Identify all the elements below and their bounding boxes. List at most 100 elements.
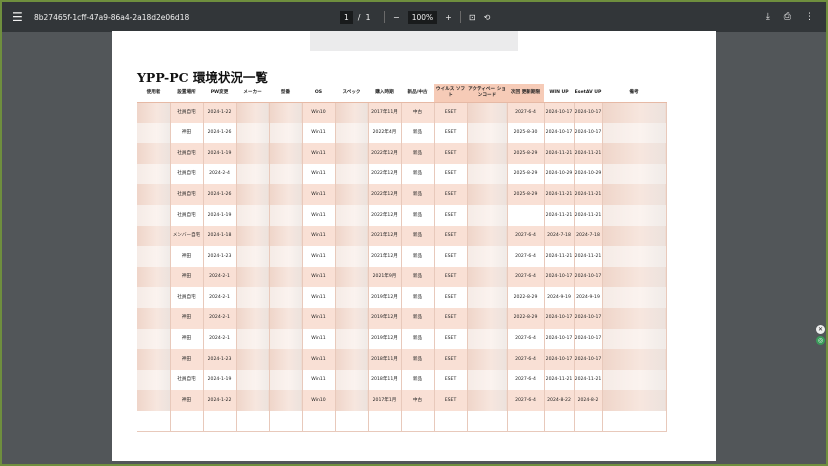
- file-name: 8b27465f-1cff-47a9-86a4-2a18d2e06d18: [34, 2, 189, 32]
- more-options-icon[interactable]: ⋮: [805, 12, 814, 22]
- redacted-cell: [269, 287, 302, 308]
- table-cell: 2024-11-21: [544, 246, 574, 267]
- table-row: 神田2024-2-1Win112019年12月新品ESET2027-6-4202…: [137, 329, 666, 350]
- table-cell: 2024-9-19: [544, 287, 574, 308]
- redacted-cell: [236, 370, 269, 391]
- fit-page-icon[interactable]: ⊡: [469, 13, 476, 22]
- redacted-cell: [137, 267, 170, 288]
- table-cell: 新品: [401, 329, 434, 350]
- redacted-cell: [236, 349, 269, 370]
- table-cell: 2024-2-1: [203, 267, 236, 288]
- page-input[interactable]: 1: [340, 11, 353, 24]
- table-cell: 2024-2-1: [203, 308, 236, 329]
- redacted-cell: [137, 349, 170, 370]
- table-cell: ESET: [434, 164, 467, 185]
- table-cell: 2024-10-17: [574, 349, 602, 370]
- table-cell: 2024-10-17: [574, 329, 602, 350]
- redacted-cell: [236, 329, 269, 350]
- redacted-cell: [236, 102, 269, 123]
- column-header: 次回 更新期限: [507, 84, 544, 102]
- extension-icon[interactable]: ◎: [816, 336, 825, 345]
- table-cell: [467, 411, 507, 432]
- column-header: OS: [302, 84, 335, 102]
- column-header: 購入時期: [368, 84, 401, 102]
- table-cell: [544, 411, 574, 432]
- redacted-cell: [269, 205, 302, 226]
- table-cell: 2021年9月: [368, 267, 401, 288]
- zoom-out-button[interactable]: −: [393, 13, 400, 22]
- menu-icon[interactable]: ☰: [12, 2, 23, 32]
- table-row: 社員自宅2024-1-22Win102017年11月中古ESET2027-6-4…: [137, 102, 666, 123]
- table-cell: 2022年12月: [368, 143, 401, 164]
- table-cell: 2027-6-4: [507, 246, 544, 267]
- redacted-cell: [236, 226, 269, 247]
- table-cell: [170, 411, 203, 432]
- table-cell: 2027-6-4: [507, 390, 544, 411]
- redacted-cell: [269, 349, 302, 370]
- redacted-cell: [602, 184, 666, 205]
- table-cell: 2024-11-21: [574, 143, 602, 164]
- redacted-cell: [602, 143, 666, 164]
- table-cell: 2024-1-19: [203, 143, 236, 164]
- table-cell: 2024-8-22: [544, 390, 574, 411]
- redacted-cell: [467, 329, 507, 350]
- table-cell: [203, 411, 236, 432]
- table-cell: 2024-11-21: [574, 370, 602, 391]
- redacted-cell: [602, 349, 666, 370]
- redacted-cell: [602, 205, 666, 226]
- redacted-cell: [335, 390, 368, 411]
- print-icon[interactable]: ⎙: [784, 12, 791, 22]
- table-cell: [602, 411, 666, 432]
- empty-row: [137, 411, 666, 432]
- rotate-icon[interactable]: ⟲: [484, 13, 491, 22]
- redacted-cell: [467, 267, 507, 288]
- table-cell: 2024-10-17: [544, 349, 574, 370]
- redacted-cell: [602, 390, 666, 411]
- zoom-input[interactable]: 100%: [408, 11, 437, 24]
- redacted-cell: [335, 329, 368, 350]
- redacted-cell: [269, 390, 302, 411]
- table-cell: Win11: [302, 123, 335, 144]
- table-cell: ESET: [434, 143, 467, 164]
- divider: [460, 11, 461, 23]
- table-cell: 2024-1-19: [203, 370, 236, 391]
- column-header: PW変更: [203, 84, 236, 102]
- table-cell: [335, 411, 368, 432]
- table-cell: 社員自宅: [170, 102, 203, 123]
- column-header: 使用者: [137, 84, 170, 102]
- download-icon[interactable]: ⤓: [766, 12, 770, 22]
- zoom-in-button[interactable]: +: [445, 13, 452, 22]
- table-cell: 2024-2-4: [203, 164, 236, 185]
- redacted-cell: [335, 226, 368, 247]
- table-cell: [507, 205, 544, 226]
- table-cell: 2024-11-21: [574, 184, 602, 205]
- redacted-cell: [467, 390, 507, 411]
- redacted-cell: [236, 184, 269, 205]
- redacted-cell: [269, 184, 302, 205]
- redacted-cell: [137, 308, 170, 329]
- table-cell: 2024-10-17: [544, 308, 574, 329]
- table-cell: ESET: [434, 102, 467, 123]
- table-cell: 社員自宅: [170, 205, 203, 226]
- column-header: EsetAV UP: [574, 84, 602, 102]
- table-cell: [269, 411, 302, 432]
- table-cell: 2024-10-29: [574, 164, 602, 185]
- table-cell: 2022-8-29: [507, 287, 544, 308]
- table-cell: 2027-6-4: [507, 102, 544, 123]
- table-cell: 2024-1-26: [203, 184, 236, 205]
- redacted-cell: [335, 205, 368, 226]
- table-row: 社員自宅2024-1-19Win112018年11月新品ESET2027-6-4…: [137, 370, 666, 391]
- redacted-cell: [467, 123, 507, 144]
- redacted-cell: [467, 205, 507, 226]
- table-cell: [302, 411, 335, 432]
- redacted-cell: [602, 164, 666, 185]
- redacted-cell: [137, 102, 170, 123]
- table-cell: 新品: [401, 308, 434, 329]
- pdf-page: YPP-PC 環境状況一覧 使用者設置場所PW変更メーカー型番OSスペック購入時…: [112, 31, 716, 461]
- close-icon[interactable]: ✕: [816, 325, 825, 334]
- page-overlay: [310, 31, 518, 51]
- column-header: 新品/中古: [401, 84, 434, 102]
- table-cell: 神田: [170, 123, 203, 144]
- page-navigation: 1 / 1: [340, 2, 371, 32]
- table-row: 神田2024-1-22Win102017年1月中古ESET2027-6-4202…: [137, 390, 666, 411]
